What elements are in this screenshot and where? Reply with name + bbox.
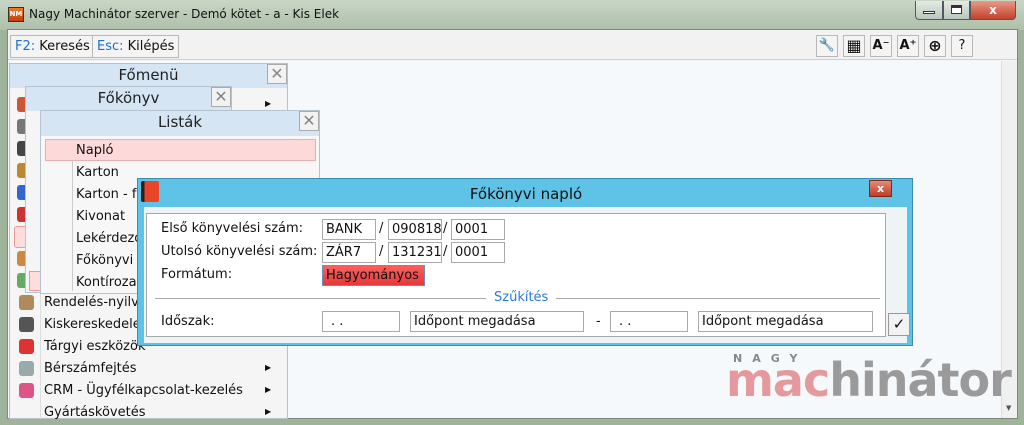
search-button[interactable]: F2: Keresés [10, 35, 95, 58]
list-item-karton[interactable]: Karton [76, 162, 119, 184]
menu-item-crm[interactable]: CRM - Ügyfélkapcsolat-kezelés [44, 380, 243, 402]
package-icon [19, 295, 34, 310]
app-icon: NM [8, 7, 24, 22]
period-dash: - [596, 314, 601, 329]
exit-button[interactable]: Esc: Kilépés [92, 35, 180, 58]
period-from-time-input[interactable]: Időpont megadása [410, 311, 584, 332]
house-icon [19, 339, 34, 354]
last-number-label: Utolsó könyvelési szám: [161, 244, 318, 259]
first-seq-input[interactable]: 0001 [451, 219, 505, 240]
wrench-icon[interactable]: 🔧 [816, 35, 838, 57]
dialog-close-button[interactable]: x [869, 180, 892, 197]
submenu-arrow-icon: ▶ [265, 99, 272, 108]
last-date-input[interactable]: 131231 [388, 242, 442, 263]
slash: / [379, 244, 384, 259]
payroll-icon [19, 361, 34, 376]
list-item-karton-f[interactable]: Karton - f [76, 184, 136, 206]
format-select[interactable]: Hagyományos [322, 265, 425, 286]
section-title: Szűkítés [486, 290, 557, 305]
window-title: Nagy Machinátor szerver - Demó kötet - a… [29, 7, 340, 21]
slash: / [443, 244, 448, 259]
menu-item-berszamfejtes[interactable]: Bérszámfejtés [44, 358, 137, 380]
lifebuoy-icon[interactable]: ⊕ [924, 35, 946, 57]
font-decrease-icon[interactable]: A⁻ [870, 35, 892, 57]
list-item-kivonat[interactable]: Kivonat [76, 206, 125, 228]
fomenu-title: Főmenü [10, 64, 287, 88]
logo-gray-part: hinátor [829, 353, 1012, 407]
dialog-form: Első könyvelési szám: BANK / 090818 / 00… [146, 213, 886, 337]
submenu-arrow-icon: ▶ [265, 385, 272, 394]
help-icon[interactable]: ? [951, 35, 973, 57]
grid-icon[interactable]: ▦ [843, 35, 865, 57]
slash: / [443, 221, 448, 236]
list-item-kontirozat[interactable]: Kontírozat [76, 272, 142, 294]
period-from-date-input[interactable]: . . [322, 311, 400, 332]
last-seq-input[interactable]: 0001 [451, 242, 505, 263]
maximize-button[interactable] [943, 1, 970, 20]
listak-close-icon[interactable]: ✕ [299, 111, 319, 131]
first-number-label: Első könyvelési szám: [161, 221, 304, 236]
period-label: Időszak: [161, 314, 215, 329]
menu-item-gyartaskovetes[interactable]: Gyártáskövetés [44, 402, 146, 419]
slash: / [379, 221, 384, 236]
machinator-logo: machinátor [726, 353, 1012, 407]
first-date-input[interactable]: 090818 [388, 219, 442, 240]
list-item-fokonyvi[interactable]: Főkönyvi [76, 250, 133, 272]
fokonyv-close-icon[interactable]: ✕ [211, 87, 231, 107]
listak-title: Listák [41, 111, 319, 136]
submenu-arrow-icon: ▶ [265, 363, 272, 372]
period-to-time-input[interactable]: Időpont megadása [698, 311, 873, 332]
list-item-naplo[interactable]: Napló [45, 139, 316, 161]
submenu-arrow-icon: ▶ [265, 407, 272, 416]
format-label: Formátum: [161, 267, 233, 282]
first-prefix-input[interactable]: BANK [322, 219, 376, 240]
fokonyvi-naplo-dialog: Főkönyvi napló x Első könyvelési szám: B… [137, 178, 913, 346]
people-icon [19, 383, 34, 398]
period-to-date-input[interactable]: . . [610, 311, 688, 332]
last-prefix-input[interactable]: ZÁR7 [322, 242, 376, 263]
fokonyv-title: Főkönyv [26, 87, 231, 111]
ok-check-button[interactable]: ✓ [888, 313, 910, 336]
close-window-button[interactable]: x [970, 1, 1016, 20]
cash-register-icon [19, 317, 34, 332]
minimize-button[interactable] [915, 1, 943, 20]
menu-item-targyi-eszkozok[interactable]: Tárgyi eszközök [44, 336, 145, 358]
dialog-title: Főkönyvi napló [469, 185, 583, 203]
font-increase-icon[interactable]: A⁺ [897, 35, 919, 57]
fomenu-close-icon[interactable]: ✕ [267, 64, 287, 84]
logo-red-part: mac [726, 353, 830, 407]
list-item-lekerdezo[interactable]: Lekérdező [76, 228, 142, 250]
